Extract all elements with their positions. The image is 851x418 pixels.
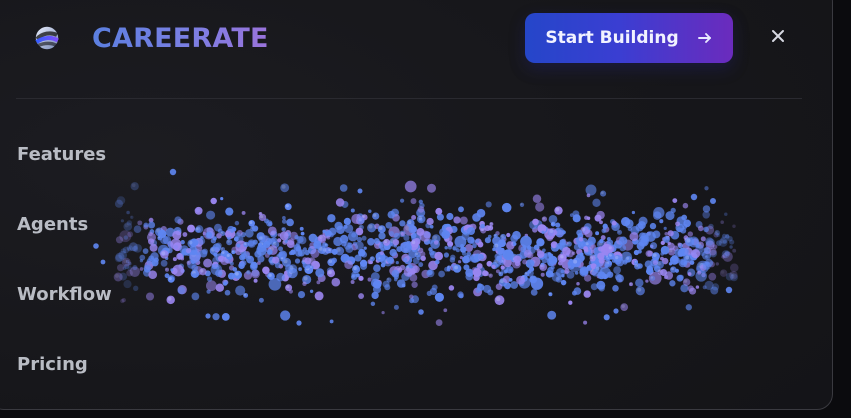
start-building-button[interactable]: Start Building	[525, 13, 733, 63]
start-building-label: Start Building	[545, 28, 679, 48]
close-icon	[769, 27, 787, 49]
nav-item-pricing[interactable]: Pricing	[17, 354, 88, 376]
nav-item-features[interactable]: Features	[17, 144, 106, 166]
arrow-right-icon	[697, 30, 713, 46]
nav-item-workflow[interactable]: Workflow	[17, 284, 112, 306]
nav-item-agents[interactable]: Agents	[17, 214, 88, 236]
mobile-nav: Features Agents Workflow Pricing	[17, 0, 137, 418]
close-button[interactable]	[767, 27, 789, 49]
